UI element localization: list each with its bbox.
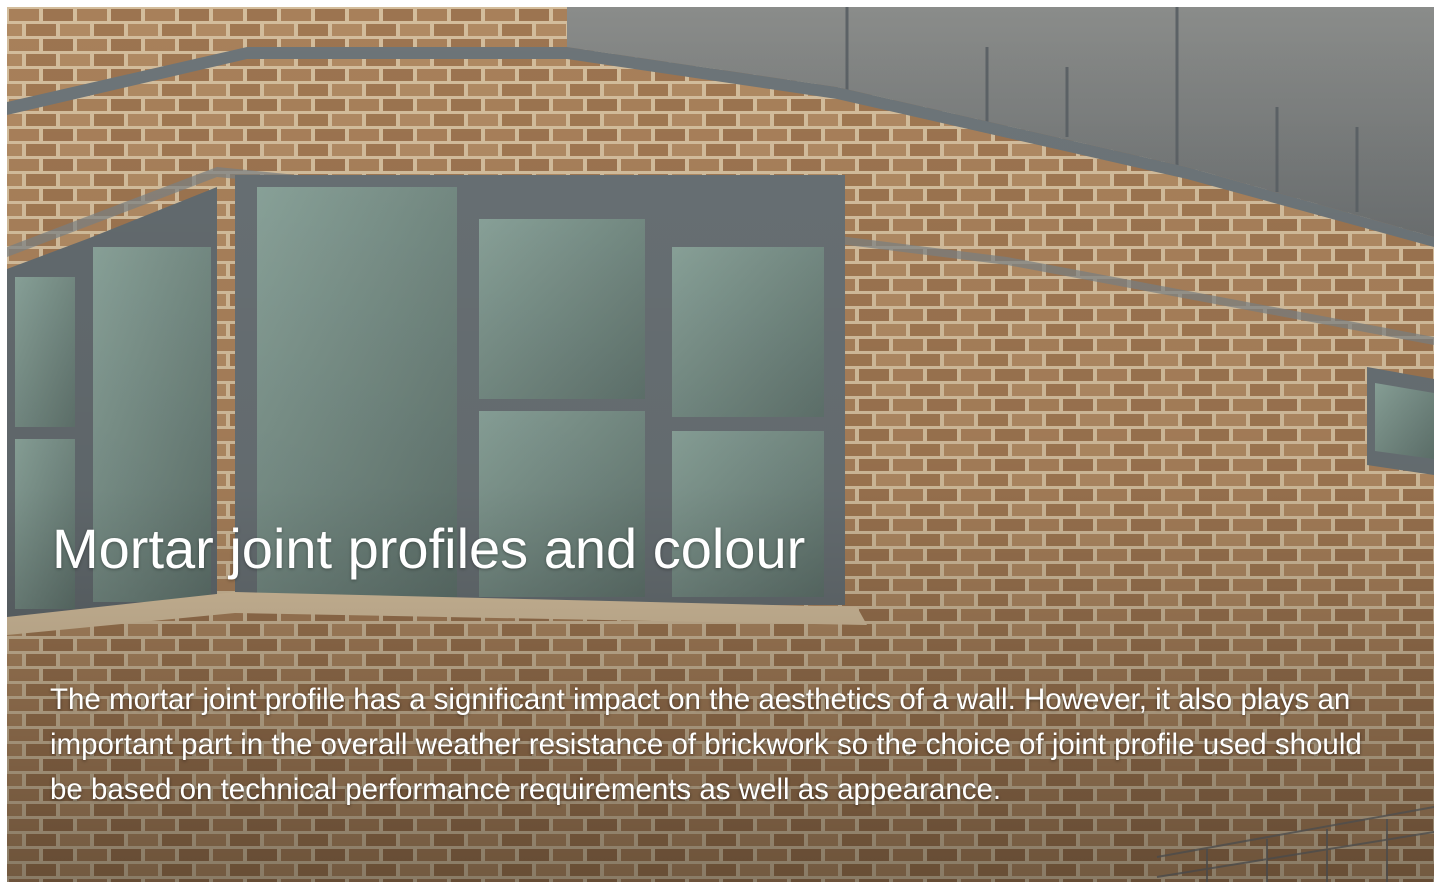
hero-panel: Mortar joint profiles and colour The mor… xyxy=(7,7,1434,882)
body-paragraph: The mortar joint profile has a significa… xyxy=(50,683,1362,806)
page-title: Mortar joint profiles and colour xyxy=(52,517,806,580)
